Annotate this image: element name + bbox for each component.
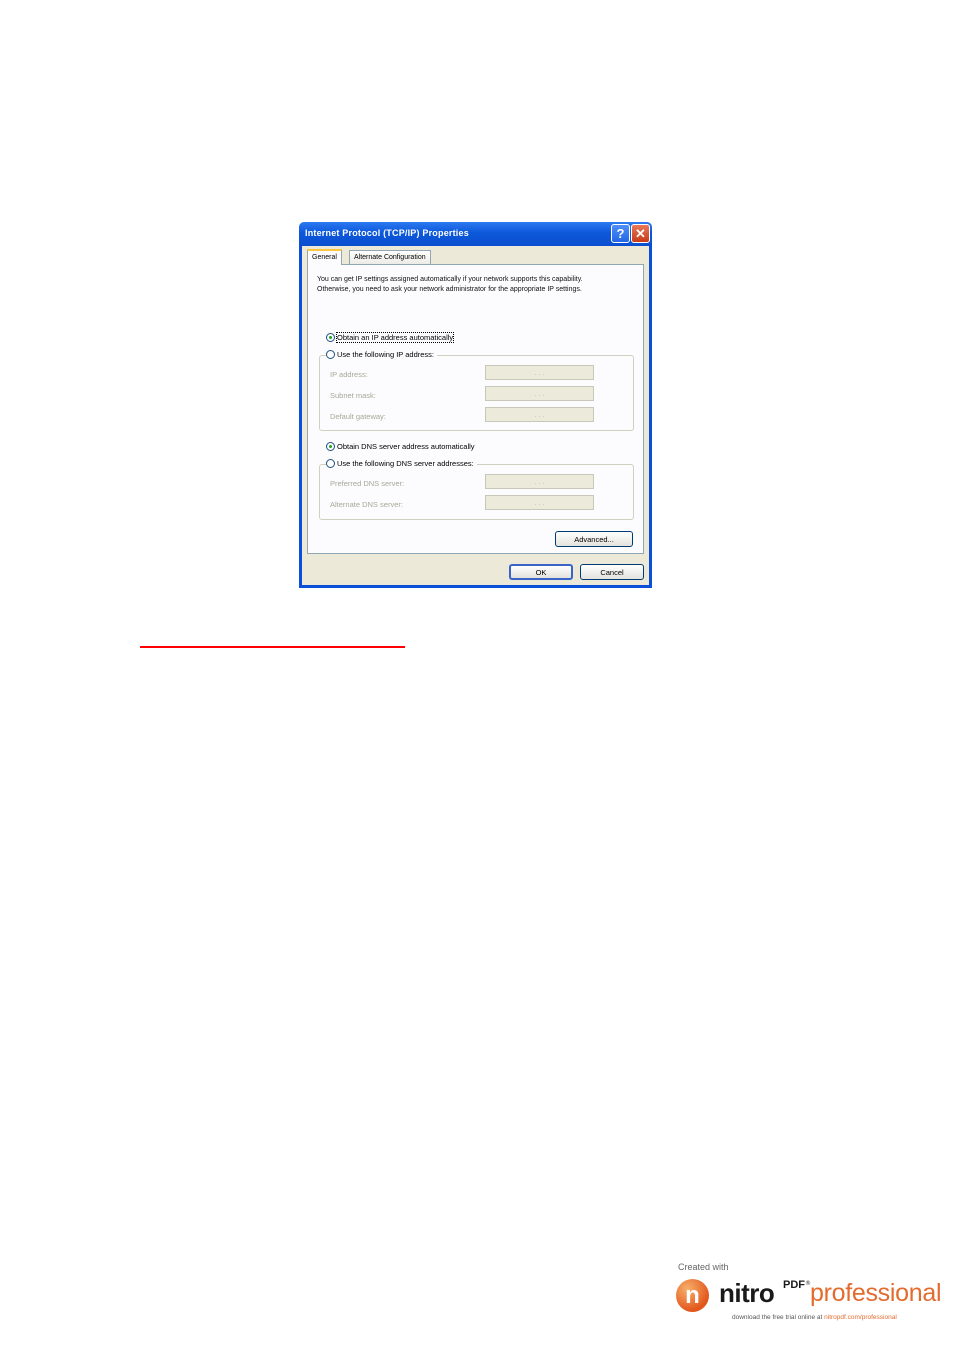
- ip-address-label: IP address:: [330, 370, 368, 379]
- dialog-client-area: General Alternate Configuration You can …: [302, 246, 649, 585]
- subnet-mask-input[interactable]: . . .: [485, 386, 594, 401]
- title-bar[interactable]: Internet Protocol (TCP/IP) Properties ? …: [299, 222, 652, 246]
- use-static-dns-label: Use the following DNS server addresses:: [337, 459, 474, 468]
- alternate-dns-label: Alternate DNS server:: [330, 500, 403, 509]
- general-tab-panel: You can get IP settings assigned automat…: [307, 264, 644, 554]
- obtain-ip-auto-label: Obtain an IP address automatically: [335, 332, 455, 343]
- obtain-ip-auto-option[interactable]: Obtain an IP address automatically: [326, 332, 457, 343]
- obtain-dns-auto-radio[interactable]: [326, 442, 335, 451]
- obtain-dns-auto-option[interactable]: Obtain DNS server address automatically: [326, 442, 478, 451]
- nitro-pdf-logo: Created with n nitro PDF ® professional …: [676, 1262, 950, 1324]
- obtain-dns-auto-label: Obtain DNS server address automatically: [337, 442, 475, 451]
- nitro-n-icon: n: [676, 1279, 709, 1312]
- close-icon[interactable]: ✕: [631, 224, 650, 243]
- obtain-ip-auto-radio[interactable]: [326, 333, 335, 342]
- default-gateway-input[interactable]: . . .: [485, 407, 594, 422]
- nitro-wordmark: nitro: [719, 1278, 775, 1308]
- preferred-dns-input[interactable]: . . .: [485, 474, 594, 489]
- dialog-title: Internet Protocol (TCP/IP) Properties: [305, 228, 469, 238]
- use-static-ip-radio[interactable]: [326, 350, 335, 359]
- created-with-label: Created with: [678, 1262, 729, 1272]
- static-dns-group: [319, 464, 634, 520]
- nitro-tagline-link[interactable]: nitropdf.com/professional: [824, 1314, 897, 1321]
- ip-address-input[interactable]: . . .: [485, 365, 594, 380]
- nitro-tagline: download the free trial online at nitrop…: [732, 1314, 897, 1321]
- tab-alternate-configuration[interactable]: Alternate Configuration: [349, 250, 431, 264]
- ok-button[interactable]: OK: [509, 564, 573, 580]
- alternate-dns-input[interactable]: . . .: [485, 495, 594, 510]
- cancel-button[interactable]: Cancel: [580, 564, 644, 580]
- subnet-mask-label: Subnet mask:: [330, 391, 376, 400]
- tcpip-properties-dialog: Internet Protocol (TCP/IP) Properties ? …: [299, 222, 652, 588]
- advanced-button[interactable]: Advanced...: [555, 531, 633, 547]
- preferred-dns-label: Preferred DNS server:: [330, 479, 405, 488]
- nitro-pdf-mark: PDF: [783, 1279, 805, 1291]
- use-static-dns-option[interactable]: Use the following DNS server addresses:: [326, 459, 477, 468]
- tab-general[interactable]: General: [307, 249, 342, 265]
- help-icon[interactable]: ?: [611, 224, 630, 243]
- default-gateway-label: Default gateway:: [330, 412, 386, 421]
- nitro-tagline-text: download the free trial online at: [732, 1314, 825, 1321]
- use-static-dns-radio[interactable]: [326, 459, 335, 468]
- use-static-ip-option[interactable]: Use the following IP address:: [326, 350, 437, 359]
- red-annotation-line: [140, 646, 405, 648]
- use-static-ip-label: Use the following IP address:: [337, 350, 434, 359]
- description-text: You can get IP settings assigned automat…: [317, 276, 583, 293]
- nitro-edition: professional: [810, 1279, 942, 1307]
